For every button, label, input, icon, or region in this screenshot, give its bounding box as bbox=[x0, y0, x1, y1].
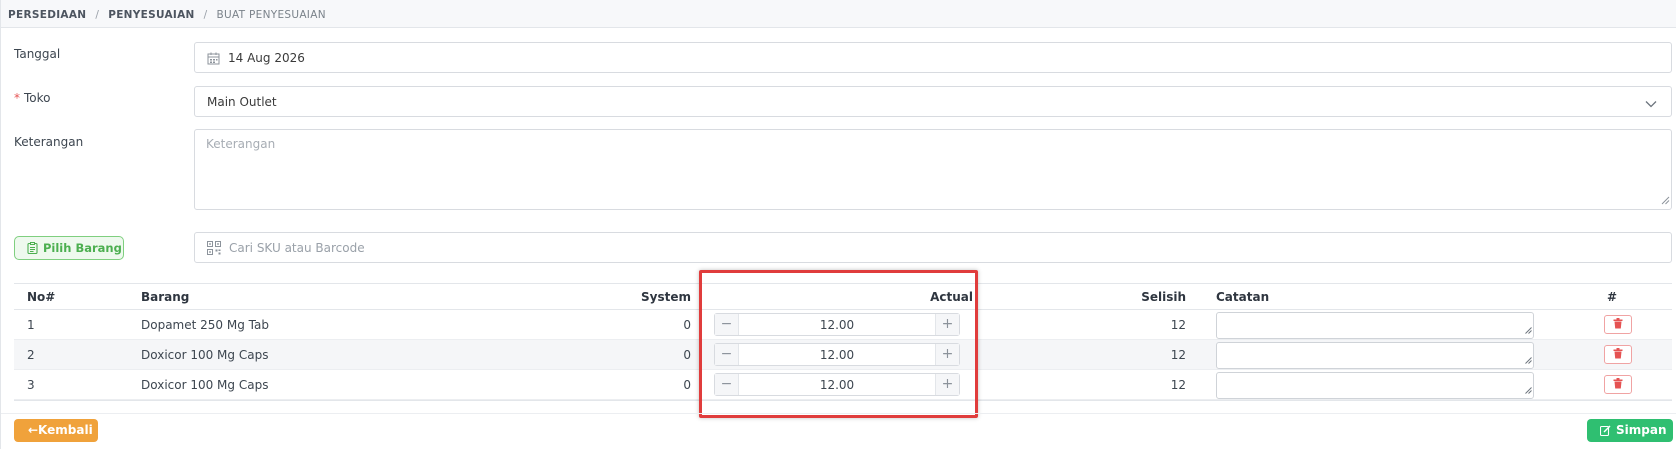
pilih-barang-button[interactable]: Pilih Barang bbox=[14, 236, 124, 260]
date-value: 14 Aug 2026 bbox=[228, 51, 305, 65]
edit-icon bbox=[1599, 425, 1611, 439]
row-selisih: 12 bbox=[1170, 378, 1186, 392]
keterangan-placeholder: Keterangan bbox=[206, 137, 276, 151]
delete-row-button[interactable] bbox=[1604, 315, 1632, 334]
resize-handle-icon[interactable] bbox=[1525, 323, 1532, 337]
toko-select[interactable]: Main Outlet bbox=[194, 86, 1672, 117]
toko-label-text: Toko bbox=[24, 91, 51, 105]
breadcrumb: PERSEDIAAN / PENYESUAIAN / BUAT PENYESUAIAN bbox=[1, 0, 1676, 28]
row-no: 1 bbox=[27, 318, 35, 332]
toko-value: Main Outlet bbox=[207, 95, 277, 109]
save-button[interactable]: Simpan bbox=[1587, 419, 1673, 442]
trash-icon bbox=[1613, 348, 1623, 362]
row-system: 0 bbox=[683, 348, 691, 362]
row-selisih: 12 bbox=[1170, 318, 1186, 332]
back-button[interactable]: ←Kembali bbox=[14, 419, 98, 442]
breadcrumb-persediaan[interactable]: PERSEDIAAN bbox=[8, 9, 86, 21]
breadcrumb-separator: / bbox=[95, 9, 100, 21]
page: PERSEDIAAN / PENYESUAIAN / BUAT PENYESUAIAN … bbox=[0, 0, 1676, 449]
row-selisih: 12 bbox=[1170, 348, 1186, 362]
sku-barcode-search-input[interactable]: Cari SKU atau Barcode bbox=[194, 232, 1672, 263]
trash-icon bbox=[1613, 378, 1623, 392]
required-mark: * bbox=[14, 91, 20, 105]
row-barang: Doxicor 100 Mg Caps bbox=[141, 378, 269, 392]
qr-code-icon bbox=[207, 241, 221, 258]
catatan-textarea[interactable] bbox=[1216, 372, 1534, 399]
resize-handle-icon[interactable] bbox=[1525, 383, 1532, 397]
delete-row-button[interactable] bbox=[1604, 375, 1632, 394]
footer-divider bbox=[1, 413, 1676, 414]
row-system: 0 bbox=[683, 378, 691, 392]
delete-row-button[interactable] bbox=[1604, 345, 1632, 364]
breadcrumb-current: BUAT PENYESUAIAN bbox=[216, 9, 326, 21]
breadcrumb-separator: / bbox=[203, 9, 208, 21]
search-placeholder: Cari SKU atau Barcode bbox=[229, 241, 365, 255]
catatan-textarea[interactable] bbox=[1216, 342, 1534, 369]
breadcrumb-penyesuaian[interactable]: PENYESUAIAN bbox=[108, 9, 194, 21]
tanggal-label: Tanggal bbox=[14, 47, 61, 61]
save-label: Simpan bbox=[1616, 423, 1667, 437]
calendar-icon bbox=[207, 52, 220, 68]
row-barang: Dopamet 250 Mg Tab bbox=[141, 318, 269, 332]
catatan-textarea[interactable] bbox=[1216, 312, 1534, 339]
clipboard-icon bbox=[27, 242, 38, 257]
date-field[interactable]: 14 Aug 2026 bbox=[194, 42, 1672, 73]
col-selisih-header: Selisih bbox=[1141, 290, 1186, 304]
pilih-barang-label: Pilih Barang bbox=[43, 241, 122, 255]
col-no-header: No# bbox=[27, 290, 56, 304]
keterangan-label: Keterangan bbox=[14, 135, 84, 149]
row-no: 3 bbox=[27, 378, 35, 392]
chevron-down-icon bbox=[1645, 97, 1657, 111]
row-barang: Doxicor 100 Mg Caps bbox=[141, 348, 269, 362]
trash-icon bbox=[1613, 318, 1623, 332]
col-barang-header: Barang bbox=[141, 290, 190, 304]
resize-handle-icon[interactable] bbox=[1661, 194, 1670, 208]
col-action-header: # bbox=[1607, 290, 1618, 304]
row-no: 2 bbox=[27, 348, 35, 362]
toko-label: * Toko bbox=[14, 91, 51, 105]
row-system: 0 bbox=[683, 318, 691, 332]
actual-column-highlight bbox=[699, 270, 978, 418]
keterangan-textarea[interactable]: Keterangan bbox=[194, 129, 1672, 210]
col-catatan-header: Catatan bbox=[1216, 290, 1270, 304]
resize-handle-icon[interactable] bbox=[1525, 353, 1532, 367]
